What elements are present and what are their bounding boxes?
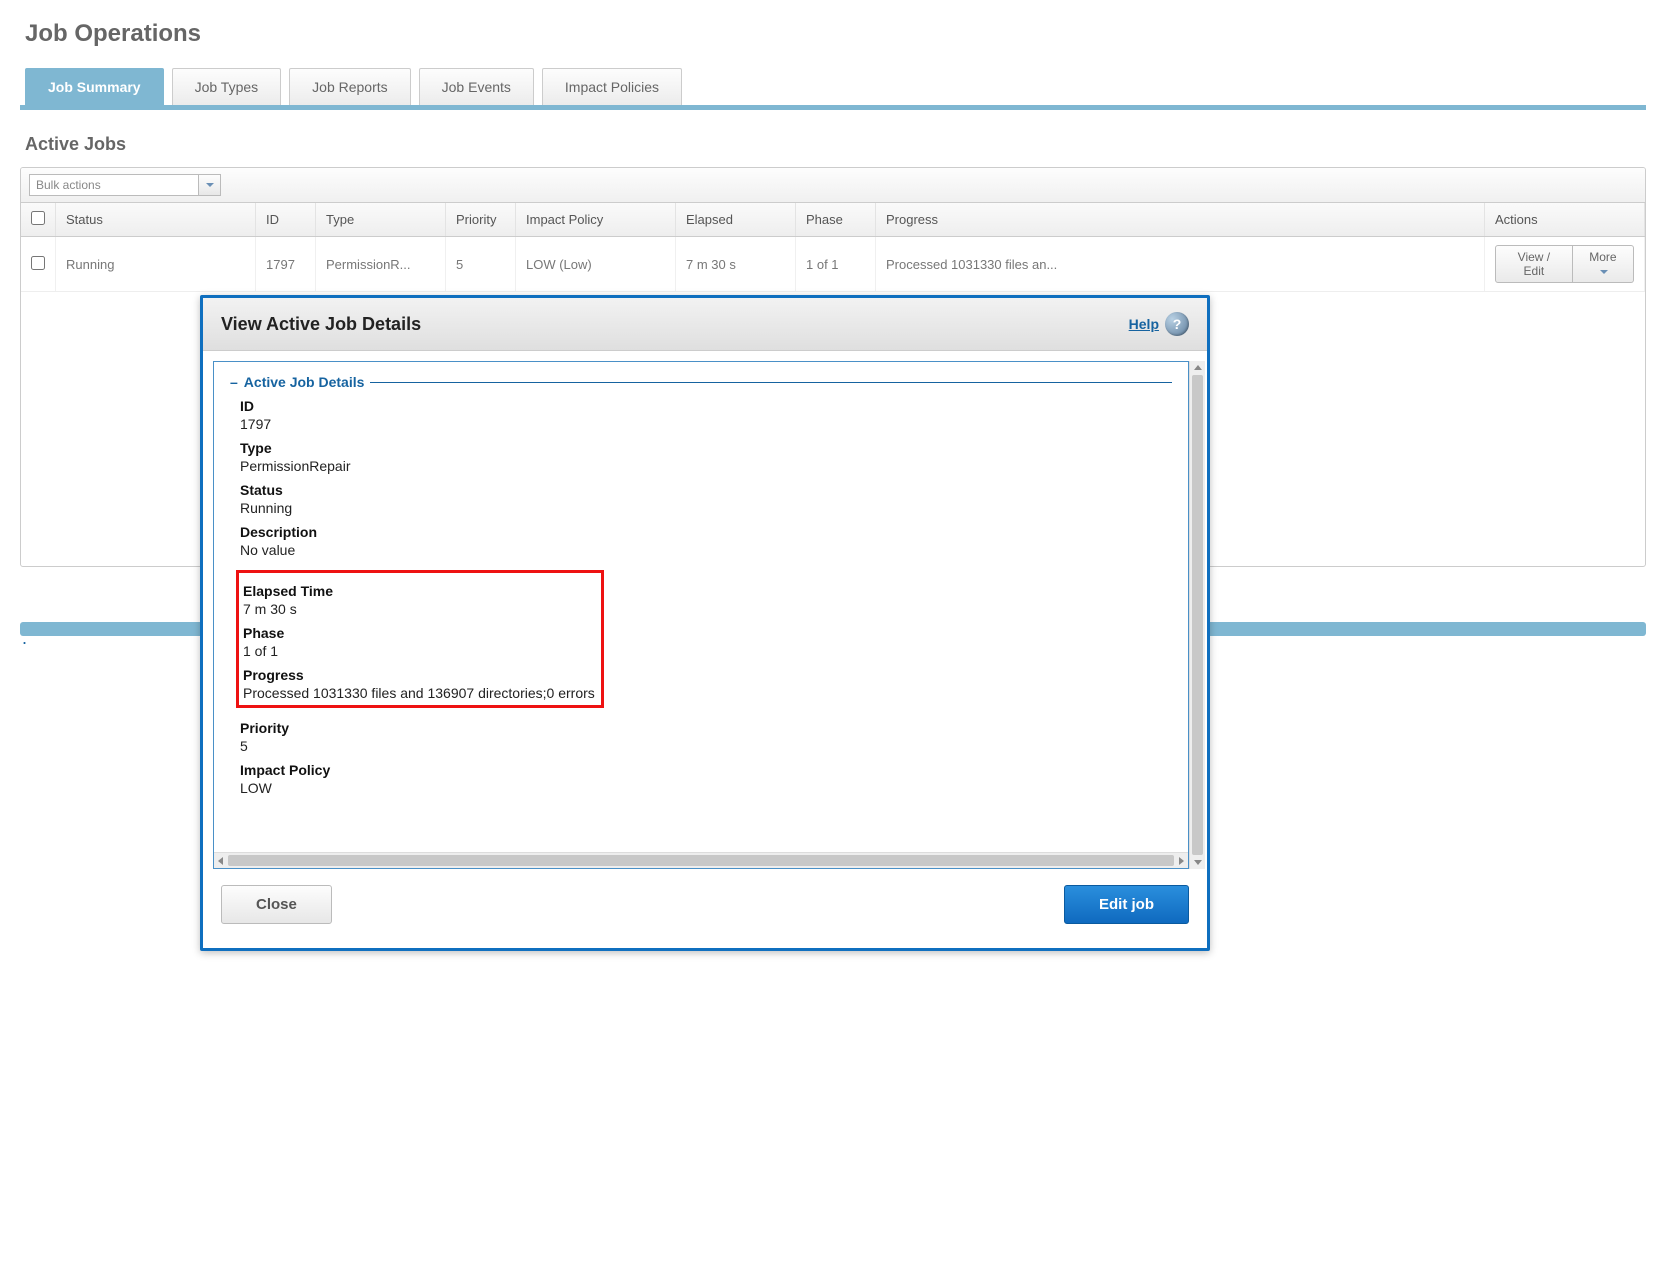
tab-impact-policies[interactable]: Impact Policies (542, 68, 682, 105)
cell-type: PermissionR... (316, 237, 446, 292)
table-row[interactable]: Running 1797 PermissionR... 5 LOW (Low) … (21, 237, 1645, 292)
detail-status: Status Running (240, 482, 1172, 516)
dialog-footer: Close Edit job (203, 871, 1207, 948)
detail-priority: Priority 5 (240, 720, 1172, 754)
highlight-annotation: Elapsed Time 7 m 30 s Phase 1 of 1 Progr… (236, 570, 604, 708)
vertical-scrollbar[interactable] (1189, 361, 1205, 869)
section-title: Active Jobs (25, 134, 1646, 155)
bulk-actions-select[interactable] (29, 174, 221, 196)
chevron-down-icon (1600, 270, 1608, 274)
col-id[interactable]: ID (256, 203, 316, 237)
cell-status: Running (56, 237, 256, 292)
cell-priority: 5 (446, 237, 516, 292)
cell-phase: 1 of 1 (796, 237, 876, 292)
jobs-table: Status ID Type Priority Impact Policy El… (21, 203, 1645, 291)
help-icon[interactable]: ? (1165, 312, 1189, 336)
dialog-title: View Active Job Details (221, 314, 421, 335)
col-elapsed[interactable]: Elapsed (676, 203, 796, 237)
fieldset-title: – Active Job Details (230, 374, 1172, 390)
cell-impact-policy: LOW (Low) (516, 237, 676, 292)
page-title: Job Operations (25, 20, 1646, 48)
tab-job-events[interactable]: Job Events (419, 68, 534, 105)
more-button[interactable]: More (1573, 245, 1634, 283)
cell-elapsed: 7 m 30 s (676, 237, 796, 292)
col-priority[interactable]: Priority (446, 203, 516, 237)
row-checkbox[interactable] (31, 256, 45, 270)
edit-job-button[interactable]: Edit job (1064, 885, 1189, 924)
horizontal-scrollbar[interactable] (214, 852, 1188, 868)
tab-job-reports[interactable]: Job Reports (289, 68, 410, 105)
tab-job-summary[interactable]: Job Summary (25, 68, 164, 105)
tab-job-types[interactable]: Job Types (172, 68, 282, 105)
select-all-checkbox[interactable] (31, 211, 45, 225)
col-type[interactable]: Type (316, 203, 446, 237)
detail-description: Description No value (240, 524, 1172, 558)
col-progress[interactable]: Progress (876, 203, 1485, 237)
detail-impact-policy: Impact Policy LOW (240, 762, 1172, 796)
dialog-help: Help ? (1129, 312, 1189, 336)
close-button[interactable]: Close (221, 885, 332, 924)
panel-toolbar (21, 168, 1645, 203)
detail-phase: Phase 1 of 1 (243, 625, 595, 659)
detail-id: ID 1797 (240, 398, 1172, 432)
view-job-details-dialog: View Active Job Details Help ? – Active … (200, 295, 1210, 951)
detail-elapsed: Elapsed Time 7 m 30 s (243, 583, 595, 617)
bulk-actions-dropdown-button[interactable] (199, 174, 221, 196)
view-edit-button[interactable]: View / Edit (1495, 245, 1573, 283)
col-actions: Actions (1485, 203, 1645, 237)
detail-progress: Progress Processed 1031330 files and 136… (243, 667, 595, 701)
col-phase[interactable]: Phase (796, 203, 876, 237)
tabs: Job Summary Job Types Job Reports Job Ev… (20, 68, 1646, 110)
row-actions: View / Edit More (1495, 245, 1634, 283)
col-status[interactable]: Status (56, 203, 256, 237)
col-impact-policy[interactable]: Impact Policy (516, 203, 676, 237)
dialog-header: View Active Job Details Help ? (203, 298, 1207, 351)
chevron-down-icon (206, 183, 214, 187)
dialog-body: – Active Job Details ID 1797 Type Permis… (213, 361, 1189, 869)
cell-progress: Processed 1031330 files an... (876, 237, 1485, 292)
help-link[interactable]: Help (1129, 316, 1159, 332)
detail-type: Type PermissionRepair (240, 440, 1172, 474)
cell-id: 1797 (256, 237, 316, 292)
bulk-actions-input[interactable] (29, 174, 199, 196)
